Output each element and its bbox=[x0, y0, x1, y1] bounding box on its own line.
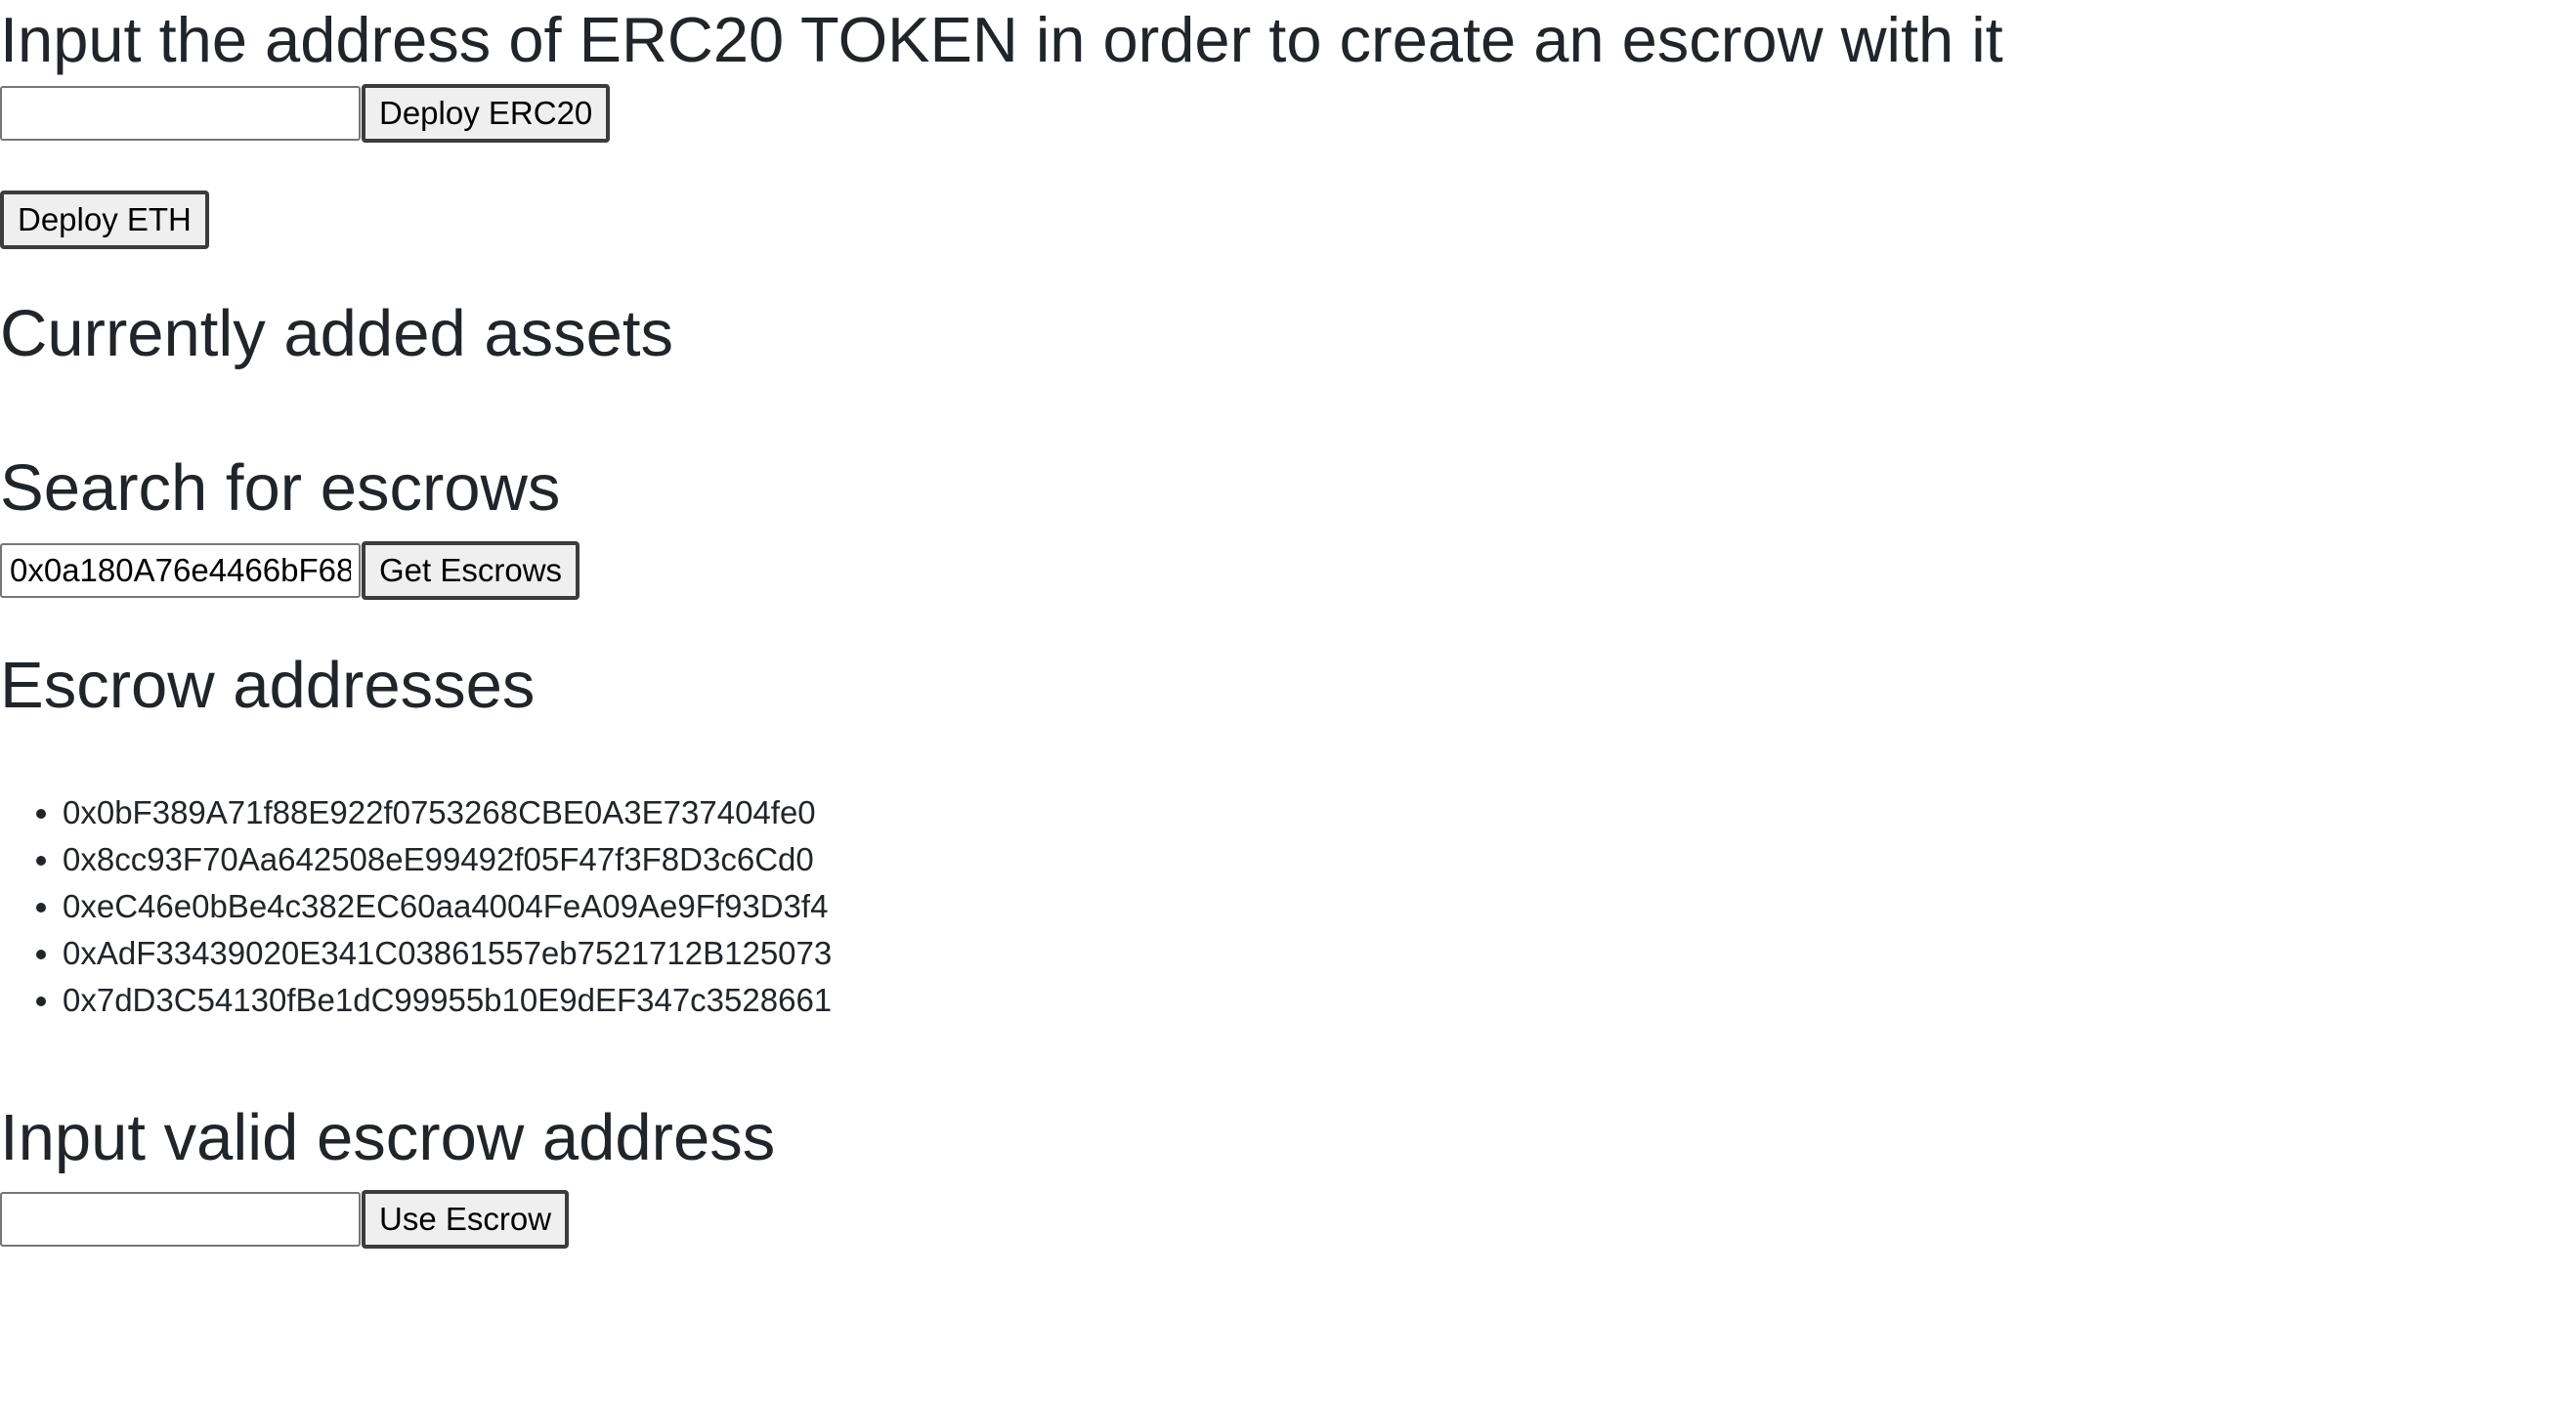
escrow-address-item: 0x0bF389A71f88E922f0753268CBE0A3E737404f… bbox=[63, 789, 832, 836]
escrow-address-input[interactable] bbox=[0, 1192, 361, 1247]
escrow-address-item: 0xeC46e0bBe4c382EC60aa4004FeA09Ae9Ff93D3… bbox=[63, 883, 832, 930]
escrow-address-item: 0x8cc93F70Aa642508eE99492f05F47f3F8D3c6C… bbox=[63, 836, 832, 883]
assets-heading: Currently added assets bbox=[0, 297, 673, 370]
erc20-token-address-input[interactable] bbox=[0, 86, 361, 141]
get-escrows-button[interactable]: Get Escrows bbox=[362, 541, 580, 600]
escrow-search-input[interactable] bbox=[0, 543, 361, 598]
deploy-erc20-button[interactable]: Deploy ERC20 bbox=[362, 84, 611, 143]
erc20-heading: Input the address of ERC20 TOKEN in orde… bbox=[0, 4, 2003, 75]
escrow-address-list: 0x0bF389A71f88E922f0753268CBE0A3E737404f… bbox=[0, 789, 832, 1024]
escrow-address-item: 0xAdF33439020E341C03861557eb7521712B1250… bbox=[63, 930, 832, 977]
search-heading: Search for escrows bbox=[0, 451, 561, 525]
use-escrow-heading: Input valid escrow address bbox=[0, 1101, 776, 1174]
deploy-eth-button[interactable]: Deploy ETH bbox=[0, 191, 209, 249]
escrow-address-item: 0x7dD3C54130fBe1dC99955b10E9dEF347c35286… bbox=[63, 977, 832, 1024]
use-escrow-button[interactable]: Use Escrow bbox=[362, 1190, 570, 1249]
escrow-addresses-heading: Escrow addresses bbox=[0, 649, 536, 722]
